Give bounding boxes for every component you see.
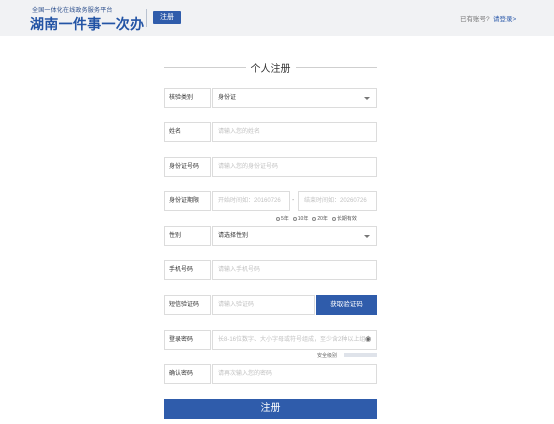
id-validity-label: 身份证期限 xyxy=(164,191,211,211)
confirm-password-label: 确认密码 xyxy=(164,364,211,384)
validity-start-input[interactable]: 开始时间如：20160726 xyxy=(212,191,290,211)
validity-options: 5年 10年 20年 长期有效 xyxy=(276,215,357,222)
radio-circle-icon xyxy=(312,216,317,221)
phone-label: 手机号码 xyxy=(164,260,211,280)
site-logo[interactable]: 全国一体化在线政务服务平台 湖南一件事一次办 xyxy=(30,5,144,32)
verify-type-value: 身份证 xyxy=(218,95,237,101)
radio-5-years[interactable]: 5年 xyxy=(276,215,289,222)
phone-input[interactable]: 请输入手机号码 xyxy=(212,260,377,280)
register-button[interactable]: 注册 xyxy=(164,399,377,419)
sms-code-input[interactable]: 请输入验证码 xyxy=(212,295,315,315)
chevron-down-icon xyxy=(364,97,370,100)
name-label: 姓名 xyxy=(164,122,211,142)
chevron-down-icon xyxy=(364,235,370,238)
radio-circle-icon xyxy=(331,216,336,221)
form-title-block: 个人注册 xyxy=(164,60,377,75)
gender-label: 性别 xyxy=(164,226,211,246)
date-separator: - xyxy=(292,197,295,204)
radio-long-term[interactable]: 长期有效 xyxy=(331,215,357,222)
id-number-label: 身份证号码 xyxy=(164,157,211,177)
radio-10-years[interactable]: 10年 xyxy=(292,215,308,222)
verify-type-label: 核验类别 xyxy=(164,88,211,108)
header-divider xyxy=(146,9,147,27)
password-input[interactable]: 长8-16位数字、大小字母或符号组成，至少含2种以上组合 ◉ xyxy=(212,330,377,350)
get-code-button[interactable]: 获取验证码 xyxy=(316,295,377,315)
have-account-text: 已有账号? xyxy=(460,16,490,23)
login-link[interactable]: 请登录> xyxy=(493,13,516,23)
confirm-password-input[interactable]: 请再次输入您的密码 xyxy=(212,364,377,384)
logo-title: 湖南一件事一次办 xyxy=(30,16,145,32)
gender-value: 请选择性别 xyxy=(218,233,249,239)
password-placeholder: 长8-16位数字、大小字母或符号组成，至少含2种以上组合 xyxy=(218,337,372,343)
eye-icon[interactable]: ◉ xyxy=(365,336,373,344)
sms-code-label: 短信验证码 xyxy=(164,295,211,315)
radio-20-years[interactable]: 20年 xyxy=(312,215,328,222)
radio-circle-icon xyxy=(276,216,280,221)
strength-label: 安全级别 xyxy=(317,353,338,359)
gender-select[interactable]: 请选择性别 xyxy=(212,226,377,246)
page-badge: 注册 xyxy=(153,11,181,24)
logo-subtitle: 全国一体化在线政务服务平台 xyxy=(32,8,113,14)
top-header: 全国一体化在线政务服务平台 湖南一件事一次办 注册 已有账号? 请登录> xyxy=(0,0,554,36)
page-title: 个人注册 xyxy=(245,64,296,75)
password-label: 登录密码 xyxy=(164,330,211,350)
name-input[interactable]: 请输入您的姓名 xyxy=(212,122,377,142)
validity-end-input[interactable]: 结束时间如：20260726 xyxy=(298,191,377,211)
radio-circle-icon xyxy=(292,216,297,221)
id-number-input[interactable]: 请输入您的身份证号码 xyxy=(212,157,377,177)
strength-bar xyxy=(344,353,377,357)
verify-type-select[interactable]: 身份证 xyxy=(212,88,377,108)
